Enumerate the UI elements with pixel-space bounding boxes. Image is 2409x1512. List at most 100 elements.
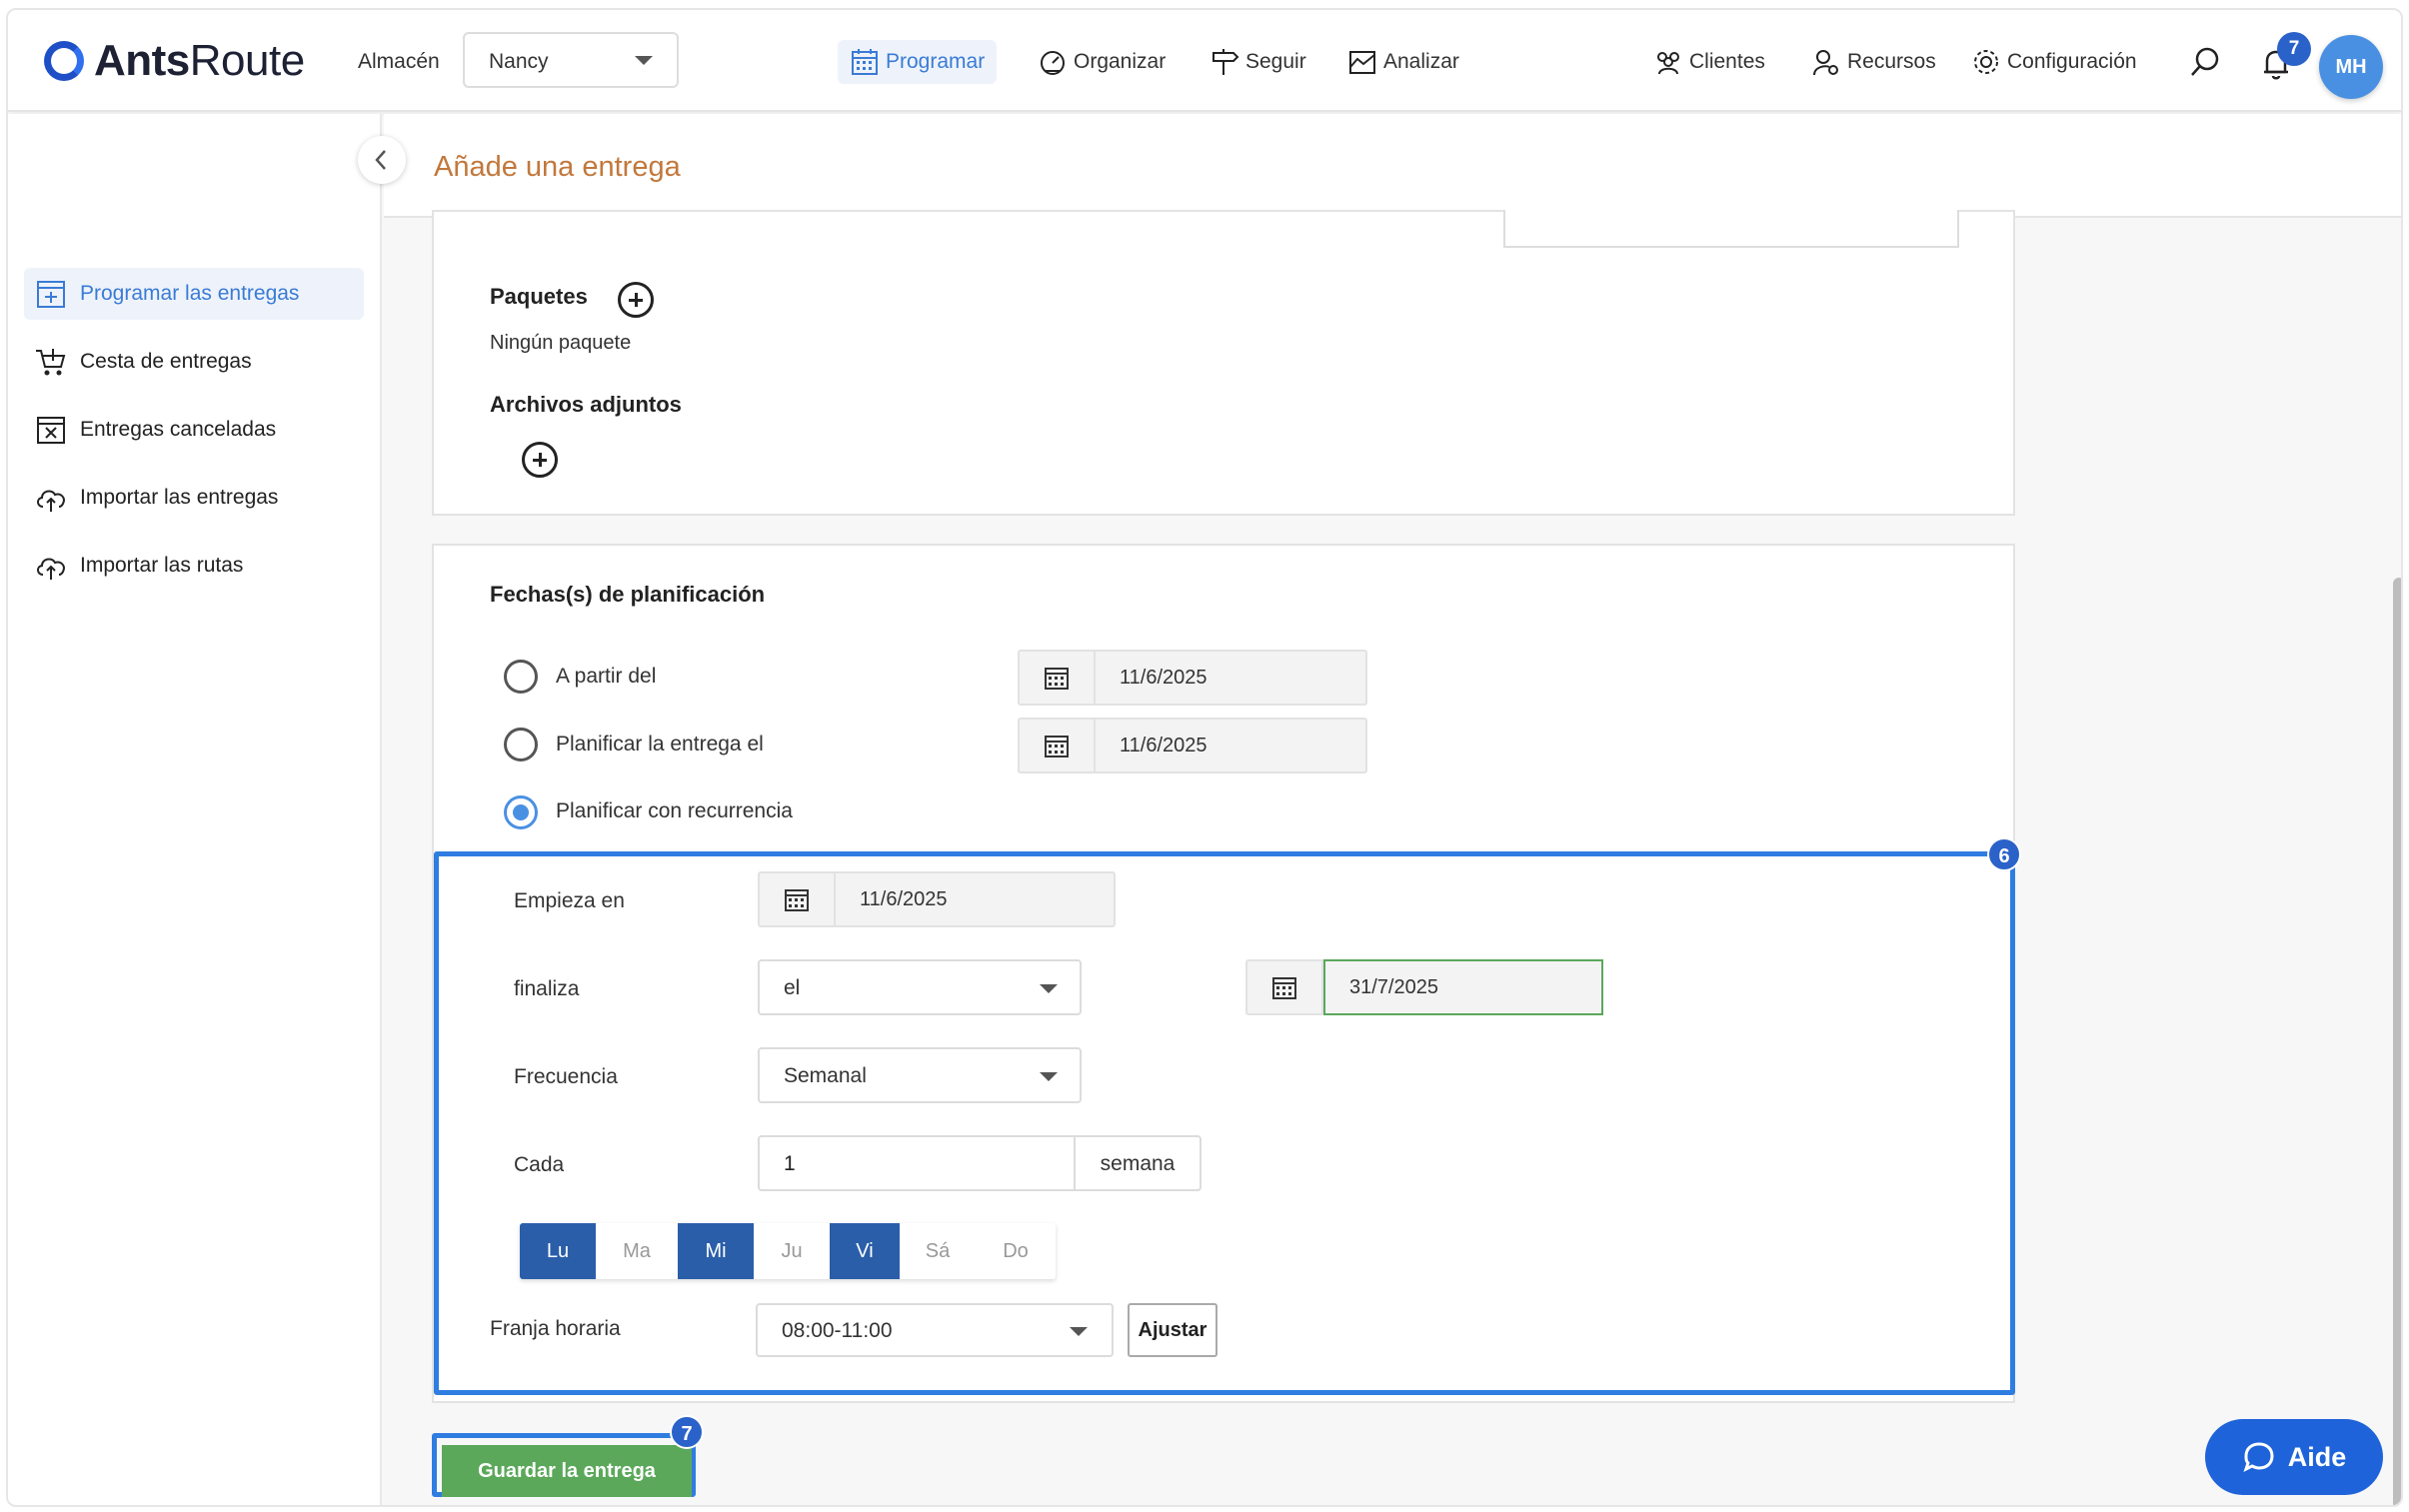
every-input[interactable]: 1: [760, 1137, 1076, 1189]
calendar-x-icon: [37, 417, 65, 444]
details-card: [432, 210, 2015, 516]
ends-date-field[interactable]: 31/7/2025: [1245, 959, 1603, 1015]
chat-bubble-icon: [2243, 1442, 2274, 1472]
attachments-heading: Archivos adjuntos: [490, 392, 682, 417]
packages-empty-text: Ningún paquete: [490, 332, 632, 354]
collapse-sidebar-button[interactable]: [358, 136, 406, 184]
every-unit: semana: [1100, 1152, 1176, 1175]
starts-date-field[interactable]: 11/6/2025: [758, 871, 1116, 927]
starts-date-value: 11/6/2025: [860, 887, 948, 910]
day-ma[interactable]: Ma: [596, 1223, 678, 1279]
day-vi[interactable]: Vi: [830, 1223, 900, 1279]
page-title: Añade una entrega: [434, 151, 681, 183]
user-avatar[interactable]: MH: [2319, 35, 2383, 99]
day-ju[interactable]: Ju: [754, 1223, 830, 1279]
recurrence-highlight: [434, 851, 2015, 1395]
chevron-down-icon: [1040, 984, 1058, 993]
ends-mode-value: el: [784, 976, 801, 999]
cloud-upload-icon: [37, 558, 65, 580]
calendar-icon: [852, 49, 878, 75]
starts-label: Empieza en: [514, 889, 625, 912]
planificar-entrega-date-field[interactable]: 11/6/2025: [1018, 718, 1367, 773]
warehouse-label: Almacén: [358, 50, 440, 73]
day-do[interactable]: Do: [976, 1223, 1056, 1279]
sidebar-item-label: Importar las entregas: [80, 486, 279, 509]
page-header: Añade una entrega: [384, 114, 2401, 218]
sidebar-item-programar-entregas[interactable]: Programar las entregas: [24, 268, 364, 320]
warehouse-select-value: Nancy: [489, 50, 549, 73]
save-delivery-button[interactable]: Guardar la entrega: [442, 1445, 692, 1497]
frequency-label: Frecuencia: [514, 1065, 618, 1088]
nav-configuracion[interactable]: Configuración: [1971, 40, 2137, 84]
frequency-select[interactable]: Semanal: [758, 1047, 1082, 1103]
ends-mode-select[interactable]: el: [758, 959, 1082, 1015]
time-slot-value: 08:00-11:00: [782, 1319, 893, 1342]
users-icon: [1657, 52, 1679, 75]
notes-textarea[interactable]: [1503, 210, 1959, 248]
ends-label: finaliza: [514, 977, 580, 1000]
ends-date-value: 31/7/2025: [1323, 959, 1603, 1015]
time-slot-select[interactable]: 08:00-11:00: [756, 1303, 1114, 1357]
a-partir-del-date-field[interactable]: 11/6/2025: [1018, 650, 1367, 706]
nav-recursos-label: Recursos: [1847, 50, 1936, 73]
nav-recursos[interactable]: Recursos: [1811, 40, 1936, 84]
nav-configuracion-label: Configuración: [2007, 50, 2137, 73]
step-badge-7: 7: [670, 1415, 704, 1449]
sidebar-item-label: Importar las rutas: [80, 554, 244, 577]
logo-text-bold: Ants: [94, 36, 190, 85]
notification-badge: 7: [2277, 32, 2311, 66]
app-window: AntsRoute Almacén Nancy Programar Organi…: [6, 8, 2403, 1507]
adjust-button[interactable]: Ajustar: [1128, 1303, 1217, 1357]
page-scrollbar[interactable]: [2393, 578, 2401, 1505]
nav-clientes-label: Clientes: [1689, 50, 1765, 73]
radio-a-partir-del[interactable]: [504, 660, 538, 694]
help-label: Aide: [2287, 1441, 2347, 1472]
calendar-icon: [1272, 977, 1296, 999]
nav-programar[interactable]: Programar: [838, 40, 998, 84]
calendar-plus-icon: [37, 281, 65, 308]
every-label: Cada: [514, 1153, 565, 1176]
nav-organizar[interactable]: Organizar: [1038, 40, 1166, 84]
nav-clientes[interactable]: Clientes: [1653, 40, 1765, 84]
warehouse-select[interactable]: Nancy: [463, 32, 679, 88]
chevron-down-icon: [635, 56, 653, 65]
antsroute-logo[interactable]: AntsRoute: [44, 36, 305, 86]
radio-planificar-entrega-el[interactable]: [504, 728, 538, 761]
nav-programar-label: Programar: [886, 50, 986, 73]
sidebar-item-entregas-canceladas[interactable]: Entregas canceladas: [24, 404, 364, 456]
top-navbar: AntsRoute Almacén Nancy Programar Organi…: [8, 10, 2401, 112]
sidebar-item-label: Cesta de entregas: [80, 350, 252, 373]
sidebar-item-label: Programar las entregas: [80, 282, 300, 305]
gauge-icon: [1041, 51, 1065, 75]
every-input-group: 1 semana: [758, 1135, 1202, 1191]
help-chat-button[interactable]: Aide: [2205, 1419, 2383, 1495]
step-badge-6: 6: [1987, 837, 2021, 871]
chevron-left-icon: [375, 150, 386, 170]
nav-seguir[interactable]: Seguir: [1209, 40, 1306, 84]
nav-analizar-label: Analizar: [1383, 50, 1459, 73]
day-lu[interactable]: Lu: [520, 1223, 596, 1279]
nav-seguir-label: Seguir: [1245, 50, 1306, 73]
chart-area-icon: [1349, 51, 1375, 74]
calendar-icon: [785, 889, 809, 911]
sidebar-item-importar-rutas[interactable]: Importar las rutas: [24, 540, 364, 592]
logo-mark-icon: [44, 41, 84, 81]
sidebar-item-importar-entregas[interactable]: Importar las entregas: [24, 472, 364, 524]
sidebar: Programar las entregas Cesta de entregas…: [8, 114, 382, 1505]
day-mi[interactable]: Mi: [678, 1223, 754, 1279]
chevron-down-icon: [1070, 1327, 1088, 1336]
logo-text-rest: Route: [189, 36, 305, 85]
nav-analizar[interactable]: Analizar: [1347, 40, 1459, 84]
planning-heading: Fechas(s) de planificación: [490, 582, 766, 607]
sidebar-item-cesta-entregas[interactable]: Cesta de entregas: [24, 336, 364, 388]
add-package-icon[interactable]: [618, 282, 654, 318]
user-gear-icon: [1813, 50, 1838, 76]
a-partir-del-date-value: 11/6/2025: [1120, 666, 1207, 689]
radio-planificar-recurrencia[interactable]: [504, 795, 538, 829]
packages-heading: Paquetes: [490, 284, 588, 309]
add-attachment-icon[interactable]: [522, 442, 558, 478]
search-icon[interactable]: [2187, 44, 2223, 80]
calendar-icon: [1045, 736, 1069, 757]
day-sa[interactable]: Sá: [900, 1223, 976, 1279]
planificar-entrega-date-value: 11/6/2025: [1120, 734, 1207, 756]
